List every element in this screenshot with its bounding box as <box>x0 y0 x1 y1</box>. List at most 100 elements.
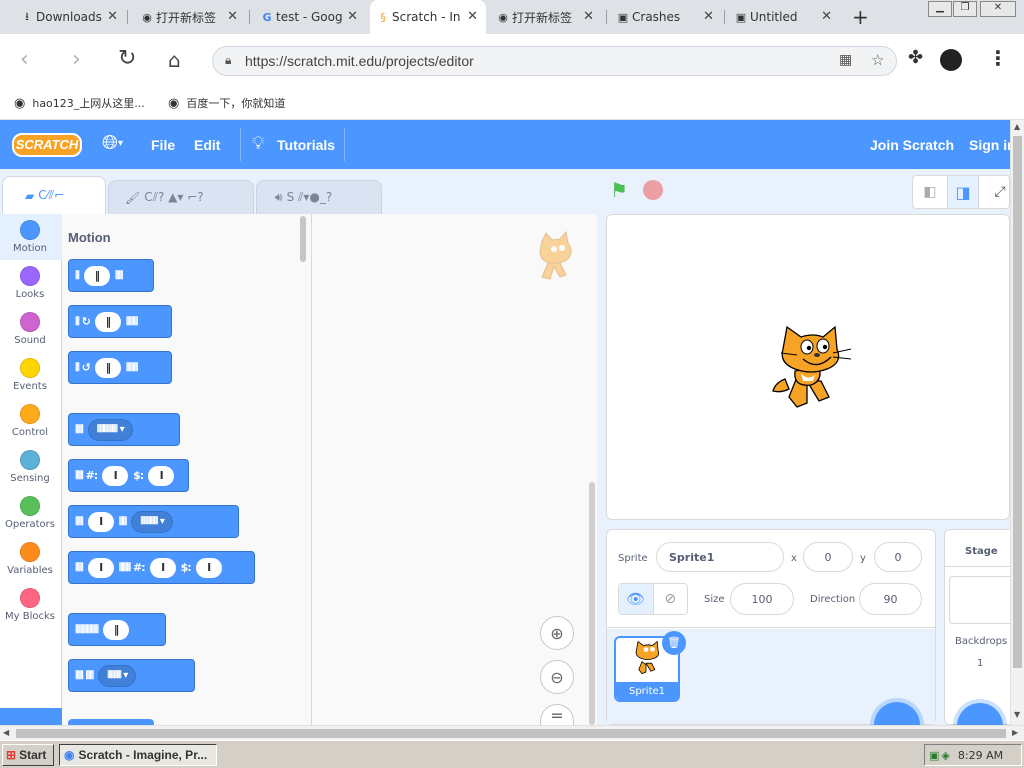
category-sound[interactable]: Sound <box>0 312 60 346</box>
volume-icon[interactable]: ◈ <box>941 749 949 762</box>
bookmark-baidu[interactable]: ◉ 百度一下，你就知道 <box>168 95 285 111</box>
motion-block[interactable]: ⦀ ‖ ⦀⦀ <box>68 259 154 292</box>
close-icon[interactable]: ✕ <box>821 9 832 24</box>
close-icon[interactable]: ✕ <box>703 9 714 24</box>
stage-target-pane[interactable]: Stage Backdrops 1 <box>944 529 1011 726</box>
delete-sprite-icon[interactable]: 🗑︎ <box>662 631 686 655</box>
normal-stage-icon[interactable]: ◨ <box>947 176 979 208</box>
tab-new-tab-1[interactable]: ◉ 打开新标签 ✕ <box>134 0 246 34</box>
scroll-up-icon[interactable]: ▲ <box>1014 122 1020 131</box>
forward-icon[interactable]: › <box>72 47 81 72</box>
hide-eye-icon[interactable]: ⊘ <box>654 584 688 614</box>
block-input[interactable]: I <box>148 465 175 486</box>
network-icon[interactable]: ▣ <box>929 749 939 762</box>
taskbar-window-scratch[interactable]: ◉ Scratch - Imagine, Pr... <box>59 744 217 766</box>
block-input[interactable]: ‖ <box>83 265 110 286</box>
scroll-down-icon[interactable]: ▼ <box>1014 710 1020 719</box>
fullscreen-icon[interactable]: ⤢ <box>989 176 1011 208</box>
small-stage-icon[interactable]: ◧ <box>913 176 947 208</box>
close-icon[interactable]: ✕ <box>227 9 238 24</box>
palette-scrollbar[interactable] <box>300 216 306 262</box>
category-my-blocks[interactable]: My Blocks <box>0 588 60 622</box>
block-input[interactable]: I <box>87 511 114 532</box>
tab-crashes[interactable]: ▣ Crashes ✕ <box>610 0 722 34</box>
star-icon[interactable]: ☆ <box>871 51 884 69</box>
category-events[interactable]: Events <box>0 358 60 392</box>
block-input[interactable]: I <box>87 557 114 578</box>
menu-file[interactable]: File <box>151 137 175 153</box>
motion-block[interactable]: ⦀⦀ I ⦀⦀ ⦀⦀⦀⦀⦀ ▾ <box>68 505 239 538</box>
back-icon[interactable]: ‹ <box>20 47 29 72</box>
tab-code[interactable]: ▰ C⁄⫽⌐ <box>2 176 106 214</box>
menu-edit[interactable]: Edit <box>194 137 220 153</box>
category-operators[interactable]: Operators <box>0 496 60 530</box>
choose-backdrop-button[interactable] <box>957 703 1003 726</box>
zoom-in-icon[interactable]: ⊕ <box>540 616 574 650</box>
scratch-logo[interactable]: SCRATCH <box>12 133 82 157</box>
code-area-scrollbar[interactable] <box>589 482 595 725</box>
zoom-out-icon[interactable]: ⊖ <box>540 660 574 694</box>
block-dropdown[interactable]: ⦀⦀⦀⦀⦀⦀ ▾ <box>87 418 133 441</box>
close-icon[interactable]: ✕ <box>107 9 118 24</box>
menu-kebab-icon[interactable]: ⋮ <box>988 46 1008 70</box>
block-input[interactable]: I <box>195 557 222 578</box>
home-icon[interactable]: ⌂ <box>168 48 181 72</box>
tab-new-tab-2[interactable]: ◉ 打开新标签 ✕ <box>490 0 602 34</box>
motion-block[interactable]: ⦀ ↺ ‖ ⦀⦀⦀ <box>68 351 172 384</box>
scroll-right-icon[interactable]: ▶ <box>1012 728 1018 737</box>
motion-block[interactable]: ⦀⦀⦀⦀⦀⦀ ‖ <box>68 613 166 646</box>
tab-sounds[interactable]: 🔊︎ S ⫽▾●_? <box>256 180 382 214</box>
reload-icon[interactable]: ↻ <box>118 46 136 71</box>
extensions-icon[interactable]: ✤ <box>908 47 923 68</box>
bookmark-hao123[interactable]: ◉ hao123_上网从这里... <box>14 95 145 111</box>
direction-input[interactable]: 90 <box>859 583 922 615</box>
motion-block[interactable]: ⦀⦀ ⦀⦀⦀⦀⦀⦀ ▾ <box>68 413 180 446</box>
menu-tutorials[interactable]: Tutorials <box>277 137 335 153</box>
qr-code-icon[interactable]: ▦ <box>839 52 852 68</box>
start-button[interactable]: ⊞ Start <box>2 744 54 766</box>
block-dropdown[interactable]: ⦀⦀⦀⦀ ▾ <box>98 664 137 687</box>
stop-icon[interactable] <box>643 180 663 200</box>
close-icon[interactable]: ✕ <box>467 9 478 24</box>
stage-canvas[interactable] <box>606 214 1010 520</box>
motion-block[interactable]: ⦀⦀ ⦀⦀ ⦀⦀⦀⦀ ▾ <box>68 659 195 692</box>
category-control[interactable]: Control <box>0 404 60 438</box>
address-bar[interactable]: 🔒︎ https://scratch.mit.edu/projects/edit… <box>212 46 897 76</box>
block-input[interactable]: I <box>149 557 176 578</box>
green-flag-icon[interactable]: ⚑ <box>610 178 634 202</box>
sprite-name-input[interactable]: Sprite1 <box>656 542 784 572</box>
block-dropdown[interactable]: ⦀⦀⦀⦀⦀ ▾ <box>131 510 173 533</box>
motion-block[interactable]: ⦀ ↻ ‖ ⦀⦀⦀ <box>68 305 172 338</box>
sign-in-link[interactable]: Sign in <box>969 137 1010 153</box>
language-globe-icon[interactable]: 🌐︎▾ <box>102 132 123 155</box>
motion-block[interactable]: ⦀⦀ #: I $: I <box>68 459 189 492</box>
tab-costumes[interactable]: 🖌︎ C⫽? ▲▾ ⌐? <box>108 180 254 214</box>
category-sensing[interactable]: Sensing <box>0 450 60 484</box>
maximize-button[interactable]: ❐ <box>953 1 977 17</box>
x-input[interactable]: 0 <box>803 542 853 572</box>
tab-untitled[interactable]: ▣ Untitled ✕ <box>728 0 840 34</box>
scrollbar-thumb[interactable] <box>1013 136 1022 668</box>
join-scratch-link[interactable]: Join Scratch <box>870 137 954 153</box>
tab-scratch[interactable]: § Scratch - In ✕ <box>370 0 486 34</box>
y-input[interactable]: 0 <box>874 542 922 572</box>
block-input[interactable]: ‖ <box>103 619 130 640</box>
extensions-button[interactable] <box>0 708 62 725</box>
new-tab-button[interactable]: + <box>852 5 869 29</box>
show-eye-icon[interactable]: 👁︎ <box>619 584 654 614</box>
block-input[interactable]: ‖ <box>94 311 121 332</box>
minimize-button[interactable]: ▁ <box>928 1 952 17</box>
category-motion[interactable]: Motion <box>0 220 60 254</box>
tab-downloads[interactable]: ⭳ Downloads ✕ <box>14 0 126 34</box>
scroll-left-icon[interactable]: ◀ <box>3 728 9 737</box>
profile-avatar-icon[interactable] <box>940 49 962 71</box>
category-variables[interactable]: Variables <box>0 542 60 576</box>
close-icon[interactable]: ✕ <box>347 9 358 24</box>
h-scrollbar-thumb[interactable] <box>16 729 1006 738</box>
size-input[interactable]: 100 <box>730 583 794 615</box>
close-icon[interactable]: ✕ <box>583 9 594 24</box>
block-input[interactable]: ‖ <box>94 357 121 378</box>
category-looks[interactable]: Looks <box>0 266 60 300</box>
block-input[interactable]: I <box>102 465 129 486</box>
backdrop-thumbnail[interactable] <box>949 576 1011 624</box>
